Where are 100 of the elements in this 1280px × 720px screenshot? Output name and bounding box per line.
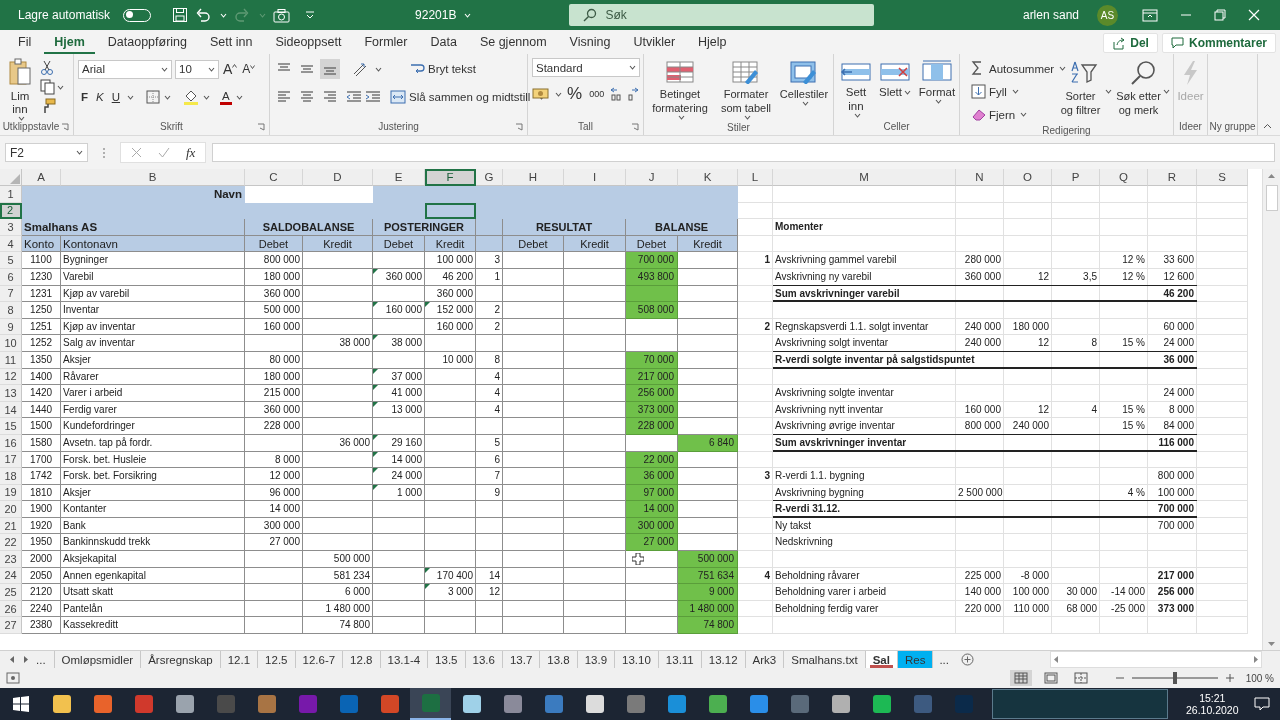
row-header[interactable]: 13 xyxy=(0,385,22,402)
column-header[interactable]: S xyxy=(1197,169,1248,186)
scroll-right-icon[interactable] xyxy=(1253,656,1258,663)
decrease-decimal-icon[interactable] xyxy=(626,86,641,102)
caret-icon[interactable] xyxy=(904,89,911,95)
comments-button[interactable]: Kommentarer xyxy=(1161,33,1276,53)
menu-tab[interactable]: Data xyxy=(420,30,467,54)
insert-function-button[interactable]: fx xyxy=(186,144,196,161)
copy-icon[interactable] xyxy=(40,79,55,95)
camera-icon[interactable] xyxy=(273,7,291,23)
decrease-indent-icon[interactable] xyxy=(346,90,362,104)
caret-icon[interactable] xyxy=(1105,89,1112,94)
save-icon[interactable] xyxy=(172,7,189,23)
caret-icon[interactable] xyxy=(164,94,171,100)
more-sheets-button[interactable]: ... xyxy=(933,651,955,668)
caret-icon[interactable] xyxy=(677,115,685,120)
menu-tab[interactable]: Hjelp xyxy=(688,30,737,54)
caret-icon[interactable] xyxy=(743,115,751,120)
conditional-formatting-button[interactable]: Betinget formatering xyxy=(648,58,712,122)
column-header[interactable]: B xyxy=(61,169,245,186)
fill-color-icon[interactable] xyxy=(183,89,199,105)
merge-center-button[interactable]: Slå sammen og midtstill xyxy=(387,89,534,105)
increase-decimal-icon[interactable] xyxy=(609,86,624,102)
font-name-field[interactable]: Arial xyxy=(78,59,172,79)
caret-icon[interactable] xyxy=(57,84,64,90)
column-header[interactable]: O xyxy=(1004,169,1052,186)
menu-tab[interactable]: Fil xyxy=(8,30,42,54)
underline-button[interactable]: U xyxy=(108,90,123,104)
caret-icon[interactable] xyxy=(203,94,210,100)
notification-icon[interactable] xyxy=(1254,697,1270,711)
search-field[interactable]: Søk xyxy=(569,4,875,26)
shrink-font-button[interactable]: A xyxy=(241,62,257,76)
zoom-level[interactable]: 100 % xyxy=(1245,672,1274,684)
menu-tab[interactable]: Dataoppføring xyxy=(97,30,197,54)
row-header[interactable]: 22 xyxy=(0,534,22,552)
ribbon-display-icon[interactable] xyxy=(1142,8,1158,22)
currency-icon[interactable] xyxy=(532,87,550,101)
cut-icon[interactable] xyxy=(40,60,54,76)
number-format-field[interactable]: Standard xyxy=(532,58,640,77)
dialog-launcher-icon[interactable] xyxy=(61,123,69,131)
borders-icon[interactable] xyxy=(146,90,160,104)
autosum-button[interactable]: Autosummer xyxy=(970,61,1056,76)
undo-icon[interactable] xyxy=(195,7,212,23)
restore-icon[interactable] xyxy=(1214,9,1226,21)
selected-cell[interactable] xyxy=(425,202,476,220)
caret-icon[interactable] xyxy=(1163,89,1170,94)
caret-icon[interactable] xyxy=(629,65,636,70)
row-header[interactable]: 10 xyxy=(0,335,22,352)
format-cells-button[interactable]: Format xyxy=(916,58,958,121)
close-icon[interactable] xyxy=(1248,9,1260,21)
increase-indent-icon[interactable] xyxy=(365,90,381,104)
name-box[interactable]: F2 xyxy=(5,143,88,162)
column-header[interactable]: R xyxy=(1148,169,1197,186)
dialog-launcher-icon[interactable] xyxy=(631,123,639,131)
column-header[interactable]: D xyxy=(303,169,373,186)
caret-icon[interactable] xyxy=(801,101,809,106)
menu-tab[interactable]: Sideoppsett xyxy=(265,30,352,54)
column-header[interactable]: P xyxy=(1052,169,1100,186)
caret-icon[interactable] xyxy=(1059,66,1067,71)
column-header[interactable]: A xyxy=(22,169,61,186)
caret-icon[interactable] xyxy=(161,66,168,72)
italic-button[interactable]: K xyxy=(93,90,107,104)
menu-tab[interactable]: Visning xyxy=(559,30,621,54)
column-header[interactable]: F xyxy=(425,169,476,186)
cell-styles-button[interactable]: Cellestiler xyxy=(780,58,828,122)
caret-icon[interactable] xyxy=(17,116,25,121)
caret-icon[interactable] xyxy=(1020,112,1028,117)
clock-date[interactable]: 26.10.2020 xyxy=(1186,704,1239,716)
column-header[interactable]: M xyxy=(773,169,956,186)
customize-icon[interactable] xyxy=(305,10,316,20)
column-header[interactable]: L xyxy=(738,169,773,186)
caret-icon[interactable] xyxy=(208,66,215,72)
clear-button[interactable]: Fjern xyxy=(970,107,1017,122)
column-header[interactable]: N xyxy=(956,169,1004,186)
check-icon[interactable] xyxy=(158,147,170,158)
row-header[interactable]: 5 xyxy=(0,252,22,269)
caret-icon[interactable] xyxy=(76,150,83,155)
row-header[interactable]: 25 xyxy=(0,584,22,601)
wrap-text-button[interactable]: Bryt tekst xyxy=(406,61,479,77)
grow-font-button[interactable]: A xyxy=(222,61,239,77)
sheet-tab[interactable]: Sal xyxy=(865,651,898,668)
column-header[interactable]: C xyxy=(245,169,303,186)
sort-filter-button[interactable]: Sorter og filtrer xyxy=(1058,58,1112,125)
scrollbar-thumb[interactable] xyxy=(1265,185,1278,211)
scroll-right-icon[interactable] xyxy=(23,656,28,663)
scroll-down-icon[interactable] xyxy=(1267,641,1276,647)
view-button[interactable] xyxy=(1009,670,1032,686)
thousands-button[interactable]: 000 xyxy=(587,89,607,99)
column-header[interactable]: H xyxy=(503,169,564,186)
column-header[interactable]: J xyxy=(626,169,678,186)
format-as-table-button[interactable]: Formater som tabell xyxy=(714,58,778,122)
window-preview[interactable] xyxy=(992,689,1168,719)
caret-icon[interactable] xyxy=(127,94,134,100)
scroll-up-icon[interactable] xyxy=(1267,173,1276,179)
row-header[interactable]: 23 xyxy=(0,551,22,568)
column-header[interactable]: K xyxy=(678,169,738,186)
row-header[interactable]: 18 xyxy=(0,468,22,485)
find-select-button[interactable]: Søk etter og merk xyxy=(1116,58,1170,125)
file-name[interactable]: 92201B xyxy=(415,8,457,22)
zoom-slider-thumb[interactable] xyxy=(1172,672,1177,684)
